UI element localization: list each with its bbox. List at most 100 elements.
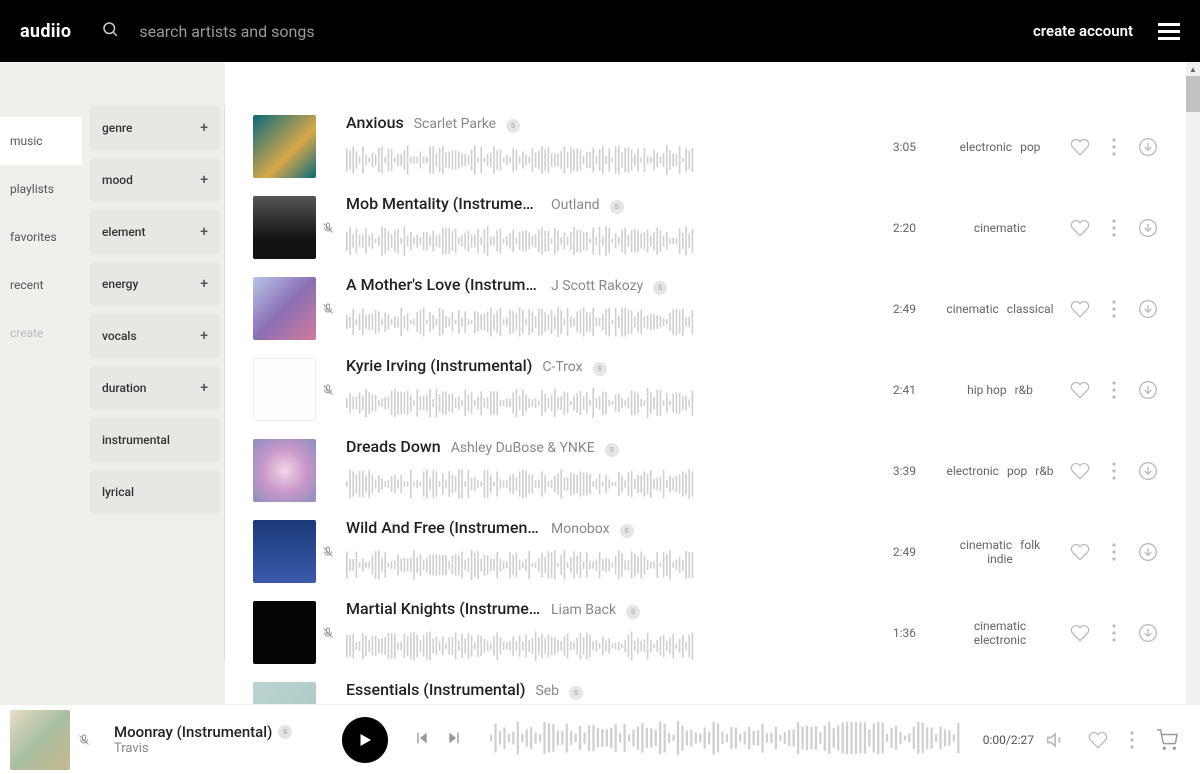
waveform[interactable] (346, 629, 696, 663)
album-art[interactable] (253, 277, 316, 340)
tag[interactable]: r&b (1035, 464, 1053, 478)
prev-button[interactable] (406, 730, 438, 750)
filter-energy[interactable]: energy+ (90, 262, 220, 306)
download-button[interactable] (1138, 380, 1158, 400)
logo[interactable]: audiio (20, 21, 71, 42)
cart-icon[interactable] (1156, 729, 1178, 751)
similar-badge-icon[interactable]: s (620, 524, 634, 538)
tag[interactable]: pop (1007, 464, 1027, 478)
tag[interactable]: folk (1020, 538, 1040, 552)
download-button[interactable] (1138, 299, 1158, 319)
tag[interactable]: electronic (974, 633, 1026, 647)
track-artist[interactable]: Liam Back (551, 602, 616, 618)
similar-badge-icon[interactable]: s (593, 362, 607, 376)
track-title[interactable]: Martial Knights (Instrumental) (346, 599, 541, 618)
download-button[interactable] (1138, 137, 1158, 157)
filter-mood[interactable]: mood+ (90, 158, 220, 202)
tag[interactable]: classical (1007, 302, 1054, 316)
waveform[interactable] (346, 224, 696, 258)
filter-vocals[interactable]: vocals+ (90, 314, 220, 358)
player-track-title[interactable]: Moonray (Instrumental) (114, 723, 272, 741)
download-button[interactable] (1138, 623, 1158, 643)
create-account-link[interactable]: create account (1033, 22, 1133, 40)
favorite-button[interactable] (1070, 461, 1090, 481)
track-title[interactable]: Essentials (Instrumental) (346, 680, 525, 699)
track-artist[interactable]: Scarlet Parke (414, 116, 496, 132)
download-button[interactable] (1138, 461, 1158, 481)
more-button[interactable] (1112, 300, 1116, 318)
filter-element[interactable]: element+ (90, 210, 220, 254)
track-artist[interactable]: Monobox (551, 521, 610, 537)
track-artist[interactable]: Ashley DuBose & YNKE (451, 440, 595, 456)
filter-duration[interactable]: duration+ (90, 366, 220, 410)
search-icon[interactable] (101, 20, 119, 42)
similar-badge-icon[interactable]: s (506, 119, 520, 133)
track-title[interactable]: Wild And Free (Instrumental) (346, 518, 541, 537)
sidebar-item-favorites[interactable]: favorites (0, 213, 82, 261)
track-artist[interactable]: C-Trox (542, 359, 582, 375)
similar-badge-icon[interactable]: s (610, 200, 624, 214)
waveform[interactable] (346, 305, 696, 339)
more-button[interactable] (1112, 219, 1116, 237)
play-button[interactable] (342, 717, 388, 763)
more-button[interactable] (1130, 731, 1134, 749)
favorite-button[interactable] (1088, 730, 1108, 750)
waveform[interactable] (346, 548, 696, 582)
album-art[interactable] (253, 196, 316, 259)
tag[interactable]: pop (1020, 140, 1040, 154)
track-artist[interactable]: J Scott Rakozy (551, 278, 643, 294)
filter-genre[interactable]: genre+ (90, 106, 220, 150)
filter-instrumental[interactable]: instrumental (90, 418, 220, 462)
menu-icon[interactable] (1158, 23, 1180, 40)
more-button[interactable] (1112, 543, 1116, 561)
next-button[interactable] (438, 730, 470, 750)
search-input[interactable] (139, 22, 399, 41)
favorite-button[interactable] (1070, 542, 1090, 562)
sidebar-item-create[interactable]: create (0, 309, 82, 357)
track-title[interactable]: Kyrie Irving (Instrumental) (346, 356, 532, 375)
track-artist[interactable]: Seb (535, 683, 559, 699)
similar-badge-icon[interactable]: s (569, 686, 583, 700)
album-art[interactable] (253, 520, 316, 583)
favorite-button[interactable] (1070, 623, 1090, 643)
tag[interactable]: cinematic (974, 619, 1026, 633)
sidebar-item-playlists[interactable]: playlists (0, 165, 82, 213)
similar-badge-icon[interactable]: s (626, 605, 640, 619)
favorite-button[interactable] (1070, 380, 1090, 400)
track-title[interactable]: A Mother's Love (Instrumen… (346, 275, 541, 294)
tag[interactable]: cinematic (974, 221, 1026, 235)
similar-badge-icon[interactable]: s (605, 443, 619, 457)
download-button[interactable] (1138, 542, 1158, 562)
album-art[interactable] (253, 439, 316, 502)
player-album-art[interactable] (10, 710, 70, 770)
track-artist[interactable]: Outland (551, 197, 600, 213)
track-title[interactable]: Mob Mentality (Instrumental) (346, 194, 541, 213)
favorite-button[interactable] (1070, 137, 1090, 157)
more-button[interactable] (1112, 624, 1116, 642)
more-button[interactable] (1112, 381, 1116, 399)
similar-badge-icon[interactable]: s (653, 281, 667, 295)
tag[interactable]: electronic (946, 464, 998, 478)
tag[interactable]: r&b (1015, 383, 1033, 397)
tag[interactable]: cinematic (960, 538, 1012, 552)
album-art[interactable] (253, 115, 316, 178)
more-button[interactable] (1112, 462, 1116, 480)
waveform[interactable] (346, 143, 696, 177)
waveform[interactable] (346, 467, 696, 501)
favorite-button[interactable] (1070, 218, 1090, 238)
tag[interactable]: indie (987, 552, 1013, 566)
favorite-button[interactable] (1070, 299, 1090, 319)
tag[interactable]: hip hop (967, 383, 1006, 397)
filter-lyrical[interactable]: lyrical (90, 470, 220, 514)
similar-badge-icon[interactable]: s (278, 725, 292, 739)
scrollbar[interactable]: ▲ (1186, 62, 1200, 704)
album-art[interactable] (253, 682, 316, 704)
sidebar-item-music[interactable]: music (0, 117, 82, 165)
download-button[interactable] (1138, 218, 1158, 238)
waveform[interactable] (346, 386, 696, 420)
track-title[interactable]: Dreads Down (346, 437, 441, 456)
scroll-up-icon[interactable]: ▲ (1186, 62, 1200, 76)
album-art[interactable] (253, 358, 316, 421)
sidebar-item-recent[interactable]: recent (0, 261, 82, 309)
player-waveform[interactable] (490, 718, 963, 762)
